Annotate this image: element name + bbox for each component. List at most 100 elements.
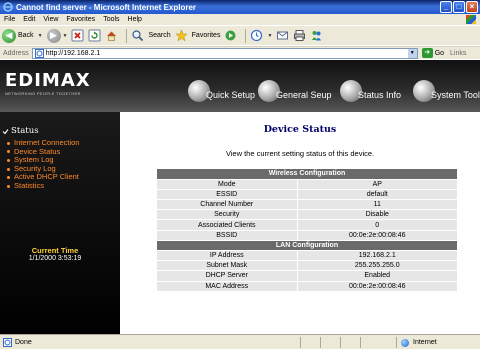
row-value: 11 (297, 199, 457, 211)
bullet-icon (7, 158, 10, 162)
menu-tools[interactable]: Tools (99, 16, 123, 23)
back-arrow-icon[interactable]: ◀ (2, 28, 16, 43)
home-icon[interactable] (105, 29, 118, 42)
back-button-label[interactable]: Back (18, 32, 34, 39)
menu-help[interactable]: Help (124, 16, 146, 23)
nav-status-info[interactable]: Status Info (340, 80, 401, 102)
nav-system-tools[interactable]: System Tools (413, 80, 480, 102)
page-icon (34, 48, 44, 58)
toolbar: ◀ Back ▼ ▶ ▼ Search Favorites ▼ (0, 25, 480, 45)
maximize-button[interactable]: □ (453, 1, 465, 13)
address-input[interactable]: http://192.168.2.1 ▼ (31, 47, 418, 59)
checkmark-icon (2, 128, 9, 134)
history-dropdown-icon[interactable]: ▼ (267, 33, 272, 39)
history-icon[interactable] (250, 29, 263, 42)
media-icon[interactable] (224, 29, 237, 42)
links-label[interactable]: Links (450, 50, 466, 57)
status-divider (320, 337, 321, 348)
row-value: 255.255.255.0 (297, 260, 457, 272)
page-title: Device Status (263, 124, 337, 135)
menu-edit[interactable]: Edit (19, 16, 39, 23)
row-key: Security (157, 209, 298, 221)
search-icon[interactable] (131, 29, 144, 42)
sidebar-item-statistics[interactable]: Statistics (7, 181, 79, 191)
favorites-button-label[interactable]: Favorites (192, 32, 221, 39)
minimize-button[interactable]: _ (440, 1, 452, 13)
table-row: MAC Address 00:0e:2e:00:08:46 (157, 281, 457, 292)
status-bar: Done Internet (0, 334, 480, 349)
nav-quick-setup[interactable]: Quick Setup (188, 80, 255, 102)
internet-explorer-icon (3, 2, 13, 12)
address-dropdown-icon[interactable]: ▼ (407, 48, 417, 58)
menu-bar: File Edit View Favorites Tools Help (0, 14, 480, 25)
row-key: Subnet Mask (157, 260, 298, 272)
print-icon[interactable] (293, 29, 306, 42)
menu-file[interactable]: File (0, 16, 19, 23)
messenger-icon[interactable] (310, 29, 323, 42)
section-heading: LAN Configuration (157, 240, 457, 252)
bullet-icon (7, 184, 10, 188)
row-key: BSSID (157, 230, 298, 241)
zone-label: Internet (413, 339, 437, 346)
current-time-value: 1/1/2000 3:53:19 (28, 255, 82, 262)
back-dropdown-icon[interactable]: ▼ (38, 33, 43, 39)
menu-view[interactable]: View (39, 16, 62, 23)
menu-favorites[interactable]: Favorites (62, 16, 99, 23)
status-divider (340, 337, 341, 348)
table-row: Mode AP (157, 179, 457, 190)
window-titlebar[interactable]: Cannot find server - Microsoft Internet … (0, 0, 480, 14)
row-key: Associated Clients (157, 219, 298, 231)
nav-status-info-label: Status Info (358, 90, 402, 100)
table-row: ESSID default (157, 189, 457, 201)
status-heading[interactable]: Status (2, 126, 39, 136)
page-done-icon (3, 337, 12, 347)
table-row: Channel Number 11 (157, 199, 457, 211)
forward-dropdown-icon[interactable]: ▼ (63, 33, 68, 39)
lan-section-header: LAN Configuration (157, 240, 457, 252)
close-button[interactable]: × (466, 1, 478, 13)
router-banner: EDIMAX NETWORKING PEOPLE TOGETHER Quick … (0, 60, 480, 112)
status-text: Done (15, 338, 32, 346)
edimax-logo: EDIMAX (5, 70, 91, 91)
address-url: http://192.168.2.1 (45, 49, 101, 57)
row-value: Enabled (297, 270, 457, 282)
row-value: AP (297, 179, 457, 190)
go-button-label: Go (434, 49, 445, 57)
current-time-label: Current Time (31, 246, 79, 255)
bullet-icon (7, 176, 10, 180)
address-label: Address (3, 49, 29, 57)
window-title: Cannot find server - Microsoft Internet … (16, 2, 197, 12)
table-row: Security Disable (157, 209, 457, 221)
search-button-label[interactable]: Search (148, 32, 170, 39)
row-value: 00:0e:2e:00:08:46 (297, 281, 457, 292)
row-value: 192.168.2.1 (297, 250, 457, 262)
refresh-icon[interactable] (88, 29, 101, 42)
page-description: View the current setting status of this … (225, 149, 375, 158)
table-row: IP Address 192.168.2.1 (157, 250, 457, 262)
favorites-star-icon[interactable] (174, 29, 188, 42)
address-bar: Address http://192.168.2.1 ▼ ➜ Go Links (0, 46, 480, 59)
forward-arrow-icon[interactable]: ▶ (46, 28, 61, 43)
stop-icon[interactable] (71, 29, 84, 42)
bullet-icon (7, 141, 10, 145)
row-key: Mode (157, 179, 298, 190)
status-divider (360, 337, 361, 348)
windows-flag-icon (466, 15, 476, 24)
row-key: IP Address (157, 250, 298, 262)
table-row: Associated Clients 0 (157, 219, 457, 231)
row-value: 00:0e:2e:00:08:46 (297, 230, 457, 241)
row-key: ESSID (157, 189, 298, 201)
mail-icon[interactable] (276, 29, 289, 42)
table-row: BSSID 00:0e:2e:00:08:46 (157, 230, 457, 241)
section-heading: Wireless Configuration (157, 169, 457, 180)
device-status-panel: Device Status View the current setting s… (120, 112, 480, 334)
table-row: DHCP Server Enabled (157, 270, 457, 282)
table-row: Subnet Mask 255.255.255.0 (157, 260, 457, 272)
go-button[interactable]: ➜ Go (421, 48, 445, 58)
row-value: default (297, 189, 457, 201)
device-status-table: Wireless Configuration Mode AP ESSID defau… (157, 169, 457, 292)
nav-general-setup[interactable]: General Seup (258, 80, 332, 102)
toolbar-separator (245, 28, 247, 43)
bullet-icon (7, 167, 10, 171)
go-arrow-icon: ➜ (421, 48, 433, 58)
